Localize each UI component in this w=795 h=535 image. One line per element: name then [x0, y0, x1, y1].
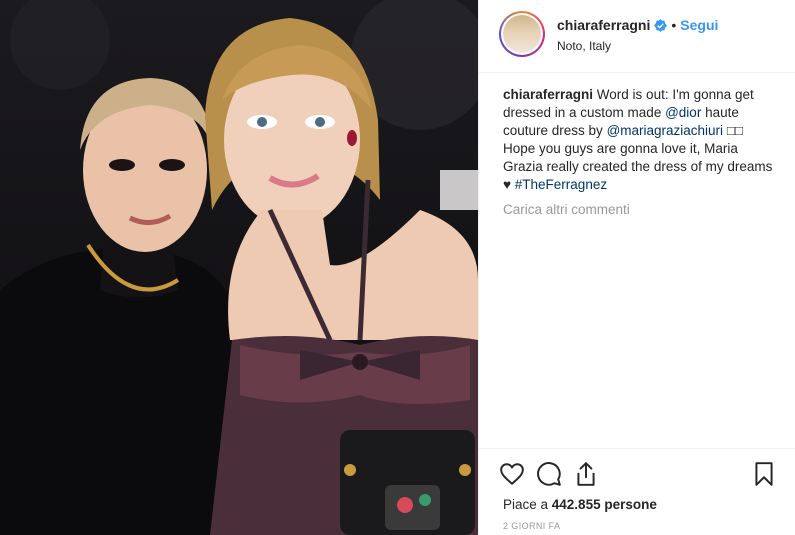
username-link[interactable]: chiaraferragni — [557, 17, 650, 33]
caption: chiaraferragni Word is out: I'm gonna ge… — [503, 86, 773, 194]
bookmark-icon[interactable] — [751, 461, 777, 487]
comment-icon[interactable] — [536, 461, 562, 487]
username-row: chiaraferragni • Segui — [557, 17, 718, 33]
action-bar — [479, 448, 795, 489]
post-header: chiaraferragni • Segui Noto, Italy — [479, 0, 795, 73]
post-photo[interactable] — [0, 0, 478, 535]
verified-badge-icon — [654, 18, 668, 32]
heart-icon[interactable] — [499, 461, 525, 487]
likes-count[interactable]: Piace a 442.855 persone — [503, 497, 657, 512]
load-more-comments[interactable]: Carica altri commenti — [503, 202, 630, 217]
separator-dot: • — [671, 17, 677, 33]
likes-prefix: Piace a — [503, 497, 552, 512]
mention-dior[interactable]: @dior — [665, 105, 701, 120]
post-side-panel: chiaraferragni • Segui Noto, Italy chiar… — [478, 0, 795, 535]
hashtag-theferragnez[interactable]: #TheFerragnez — [515, 177, 607, 192]
likes-number: 442.855 — [551, 497, 601, 512]
follow-button[interactable]: Segui — [680, 17, 718, 33]
likes-suffix: persone — [600, 497, 657, 512]
avatar-image — [503, 15, 541, 53]
location-link[interactable]: Noto, Italy — [557, 39, 611, 53]
photo-illustration — [0, 0, 478, 535]
mention-mariagraziachiuri[interactable]: @mariagraziachiuri — [607, 123, 724, 138]
post-timestamp[interactable]: 2 GIORNI FA — [503, 521, 560, 531]
instagram-post: chiaraferragni • Segui Noto, Italy chiar… — [0, 0, 795, 535]
share-icon[interactable] — [573, 461, 599, 487]
avatar[interactable] — [499, 11, 545, 57]
caption-username[interactable]: chiaraferragni — [503, 87, 593, 102]
